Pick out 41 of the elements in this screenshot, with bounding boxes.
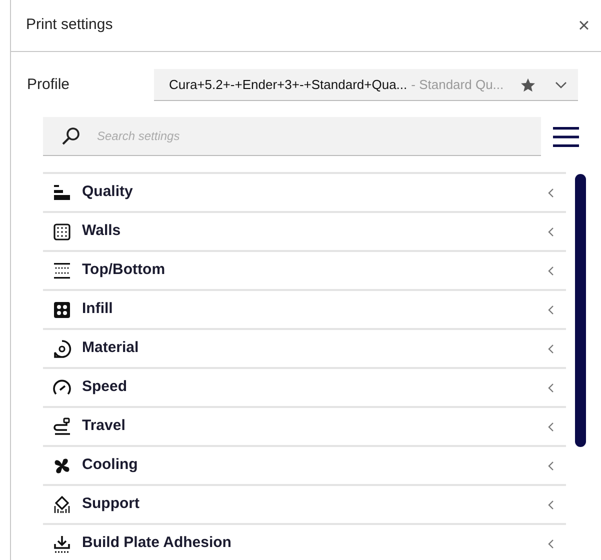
category-label: Material [82,338,139,358]
chevron-left-icon [546,382,556,394]
search-icon [61,126,81,146]
menu-icon[interactable] [553,126,579,148]
profile-quality: - Standard Qu... [411,76,504,94]
category-label: Cooling [82,455,138,476]
download-icon [52,534,72,554]
category-label: Travel [82,416,126,436]
layers-icon [52,260,72,280]
chevron-left-icon [546,498,556,510]
scrollbar-thumb[interactable] [575,174,586,447]
category-label: Walls [82,221,121,242]
chevron-left-icon [546,186,556,198]
support-icon [52,494,72,514]
profile-dropdown[interactable]: Cura+5.2+-+Ender+3+-+Standard+Qua... - Standard Qu... [154,69,578,101]
chevron-left-icon [546,538,556,550]
category-label: Build Plate Adhesion [82,533,232,554]
category-label: Support [82,494,140,514]
star-icon[interactable] [520,76,536,92]
panel-title: Print settings [26,15,113,36]
close-button[interactable]: × [573,14,595,36]
chevron-left-icon [546,420,556,432]
chevron-left-icon [546,460,556,472]
spool-icon [52,338,72,358]
infill-icon [52,300,72,320]
travel-icon [52,416,72,436]
search-field[interactable]: Search settings [43,117,541,156]
category-label: Infill [82,299,113,320]
category-label: Top/Bottom [82,260,166,280]
grid-icon [52,222,72,242]
fan-icon [52,456,72,476]
chevron-left-icon [546,264,556,276]
category-label: Quality [82,182,133,202]
profile-name: Cura+5.2+-+Ender+3+-+Standard+Qua... [169,76,408,94]
gauge-icon [52,378,72,398]
chevron-left-icon [546,342,556,354]
chevron-left-icon [546,226,556,238]
profile-label: Profile [27,74,71,95]
bars-icon [52,182,72,202]
chevron-left-icon [546,304,556,316]
category-label: Speed [82,377,128,398]
